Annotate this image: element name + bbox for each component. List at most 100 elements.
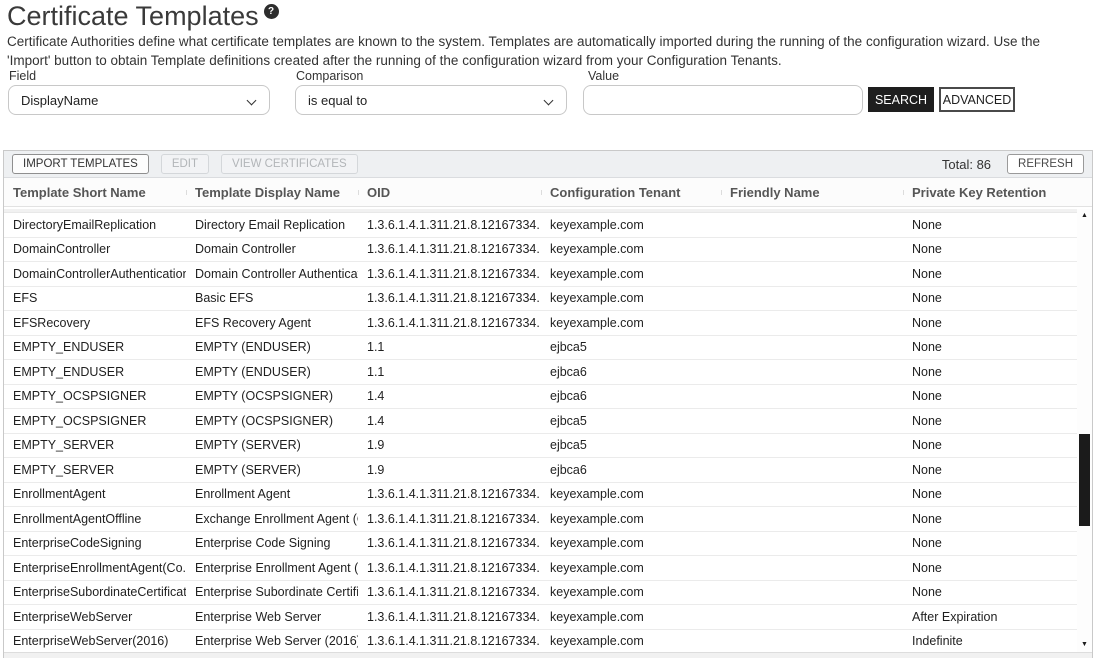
table-cell: EMPTY_ENDUSER: [4, 340, 186, 354]
table-cell: EMPTY (OCSPSIGNER): [186, 389, 358, 403]
table-row[interactable]: DomainControllerAuthenticationDomain Con…: [4, 262, 1077, 287]
table-row[interactable]: EnrollmentAgentEnrollment Agent1.3.6.1.4…: [4, 483, 1077, 508]
comparison-select[interactable]: is equal to: [295, 85, 567, 115]
table-cell: ejbca5: [541, 340, 721, 354]
table-cell: 1.3.6.1.4.1.311.21.8.12167334....: [358, 218, 541, 232]
help-icon[interactable]: ?: [264, 4, 279, 19]
table-cell: Enterprise Code Signing: [186, 536, 358, 550]
table-cell: None: [903, 487, 1077, 501]
certificate-templates-page: Certificate Templates ? Certificate Auth…: [0, 0, 1096, 658]
table-row[interactable]: EFSRecoveryEFS Recovery Agent1.3.6.1.4.1…: [4, 311, 1077, 336]
table-row[interactable]: EnrollmentAgentOfflineExchange Enrollmen…: [4, 507, 1077, 532]
column-header[interactable]: Friendly Name: [721, 185, 903, 200]
column-header[interactable]: Configuration Tenant: [541, 185, 721, 200]
table-cell: ejbca6: [541, 365, 721, 379]
table-cell: 1.3.6.1.4.1.311.21.8.12167334....: [358, 267, 541, 281]
chevron-down-icon: [247, 96, 257, 106]
scroll-up-icon[interactable]: ▲: [1077, 211, 1092, 221]
table-row[interactable]: DomainControllerDomain Controller1.3.6.1…: [4, 238, 1077, 263]
table-cell: keyexample.com: [541, 561, 721, 575]
table-row[interactable]: EMPTY_OCSPSIGNEREMPTY (OCSPSIGNER)1.4ejb…: [4, 409, 1077, 434]
table-cell: keyexample.com: [541, 585, 721, 599]
table-cell: None: [903, 291, 1077, 305]
table-cell: None: [903, 267, 1077, 281]
table-cell: EFS: [4, 291, 186, 305]
table-cell: None: [903, 389, 1077, 403]
column-header[interactable]: OID: [358, 185, 541, 200]
table-cell: Enterprise Web Server (2016): [186, 634, 358, 648]
import-templates-button[interactable]: IMPORT TEMPLATES: [12, 154, 149, 174]
table-cell: EMPTY_SERVER: [4, 463, 186, 477]
table-cell: None: [903, 536, 1077, 550]
advanced-button[interactable]: ADVANCED: [939, 87, 1015, 112]
value-label: Value: [588, 69, 619, 83]
edit-button[interactable]: EDIT: [161, 154, 209, 174]
horizontal-scrollbar-track[interactable]: [4, 652, 1092, 658]
table-row[interactable]: EMPTY_ENDUSEREMPTY (ENDUSER)1.1ejbca6Non…: [4, 360, 1077, 385]
table-cell: keyexample.com: [541, 512, 721, 526]
scroll-down-icon[interactable]: ▼: [1077, 640, 1092, 650]
table-cell: EnterpriseEnrollmentAgent(Co...: [4, 561, 186, 575]
table-cell: ejbca5: [541, 438, 721, 452]
table-cell: EMPTY (ENDUSER): [186, 340, 358, 354]
table-cell: ejbca6: [541, 389, 721, 403]
table-cell: keyexample.com: [541, 610, 721, 624]
column-header[interactable]: Template Display Name: [186, 185, 358, 200]
table-row[interactable]: EnterpriseSubordinateCertificati...Enter…: [4, 581, 1077, 606]
table-row[interactable]: DirectoryEmailReplicationDirectory Email…: [4, 213, 1077, 238]
page-description: Certificate Authorities define what cert…: [7, 33, 1088, 70]
table-cell: EMPTY (SERVER): [186, 438, 358, 452]
table-cell: None: [903, 463, 1077, 477]
table-cell: 1.3.6.1.4.1.311.21.8.12167334....: [358, 512, 541, 526]
table-cell: EFS Recovery Agent: [186, 316, 358, 330]
table-cell: Domain Controller: [186, 242, 358, 256]
field-label: Field: [9, 69, 36, 83]
table-cell: 1.3.6.1.4.1.311.21.8.12167334....: [358, 634, 541, 648]
table-cell: keyexample.com: [541, 487, 721, 501]
table-cell: None: [903, 340, 1077, 354]
templates-table: IMPORT TEMPLATES EDIT VIEW CERTIFICATES …: [3, 150, 1093, 658]
table-cell: EMPTY (ENDUSER): [186, 365, 358, 379]
column-header[interactable]: Template Short Name: [4, 185, 186, 200]
table-cell: Directory Email Replication: [186, 218, 358, 232]
table-cell: EMPTY_SERVER: [4, 438, 186, 452]
table-cell: keyexample.com: [541, 291, 721, 305]
view-certificates-button[interactable]: VIEW CERTIFICATES: [221, 154, 358, 174]
table-row[interactable]: EnterpriseWebServerEnterprise Web Server…: [4, 605, 1077, 630]
table-row[interactable]: EMPTY_SERVEREMPTY (SERVER)1.9ejbca6None: [4, 458, 1077, 483]
table-row[interactable]: EFSBasic EFS1.3.6.1.4.1.311.21.8.1216733…: [4, 287, 1077, 312]
table-cell: DomainController: [4, 242, 186, 256]
table-cell: 1.4: [358, 389, 541, 403]
table-cell: EnterpriseCodeSigning: [4, 536, 186, 550]
table-cell: 1.3.6.1.4.1.311.21.8.12167334....: [358, 316, 541, 330]
column-header[interactable]: Private Key Retention: [903, 185, 1092, 200]
table-cell: None: [903, 242, 1077, 256]
table-cell: 1.9: [358, 463, 541, 477]
value-input[interactable]: [583, 85, 863, 115]
table-cell: None: [903, 585, 1077, 599]
table-body: DirectoryEmailReplicationDirectory Email…: [4, 209, 1092, 652]
table-cell: 1.3.6.1.4.1.311.21.8.12167334....: [358, 242, 541, 256]
scrollbar-thumb[interactable]: [1079, 434, 1090, 526]
table-row[interactable]: EMPTY_SERVEREMPTY (SERVER)1.9ejbca5None: [4, 434, 1077, 459]
comparison-select-value: is equal to: [308, 93, 367, 108]
table-cell: None: [903, 316, 1077, 330]
table-row[interactable]: EnterpriseEnrollmentAgent(Co...Enterpris…: [4, 556, 1077, 581]
table-cell: 1.3.6.1.4.1.311.21.8.12167334....: [358, 585, 541, 599]
table-cell: keyexample.com: [541, 218, 721, 232]
vertical-scrollbar[interactable]: ▲ ▼: [1077, 209, 1092, 652]
table-cell: EMPTY (OCSPSIGNER): [186, 414, 358, 428]
table-toolbar: IMPORT TEMPLATES EDIT VIEW CERTIFICATES …: [4, 151, 1092, 178]
search-button[interactable]: SEARCH: [868, 87, 934, 112]
table-row[interactable]: EMPTY_OCSPSIGNEREMPTY (OCSPSIGNER)1.4ejb…: [4, 385, 1077, 410]
table-cell: EnterpriseWebServer: [4, 610, 186, 624]
refresh-button[interactable]: REFRESH: [1007, 154, 1084, 174]
table-row[interactable]: EnterpriseWebServer(2016)Enterprise Web …: [4, 630, 1077, 653]
table-row[interactable]: EMPTY_ENDUSEREMPTY (ENDUSER)1.1ejbca5 Non…: [4, 336, 1077, 361]
table-cell: 1.3.6.1.4.1.311.21.8.12167334....: [358, 536, 541, 550]
table-cell: Enterprise Subordinate Certific...: [186, 585, 358, 599]
table-cell: None: [903, 218, 1077, 232]
table-cell: 1.1: [358, 340, 541, 354]
table-row[interactable]: EnterpriseCodeSigningEnterprise Code Sig…: [4, 532, 1077, 557]
field-select[interactable]: DisplayName: [8, 85, 270, 115]
